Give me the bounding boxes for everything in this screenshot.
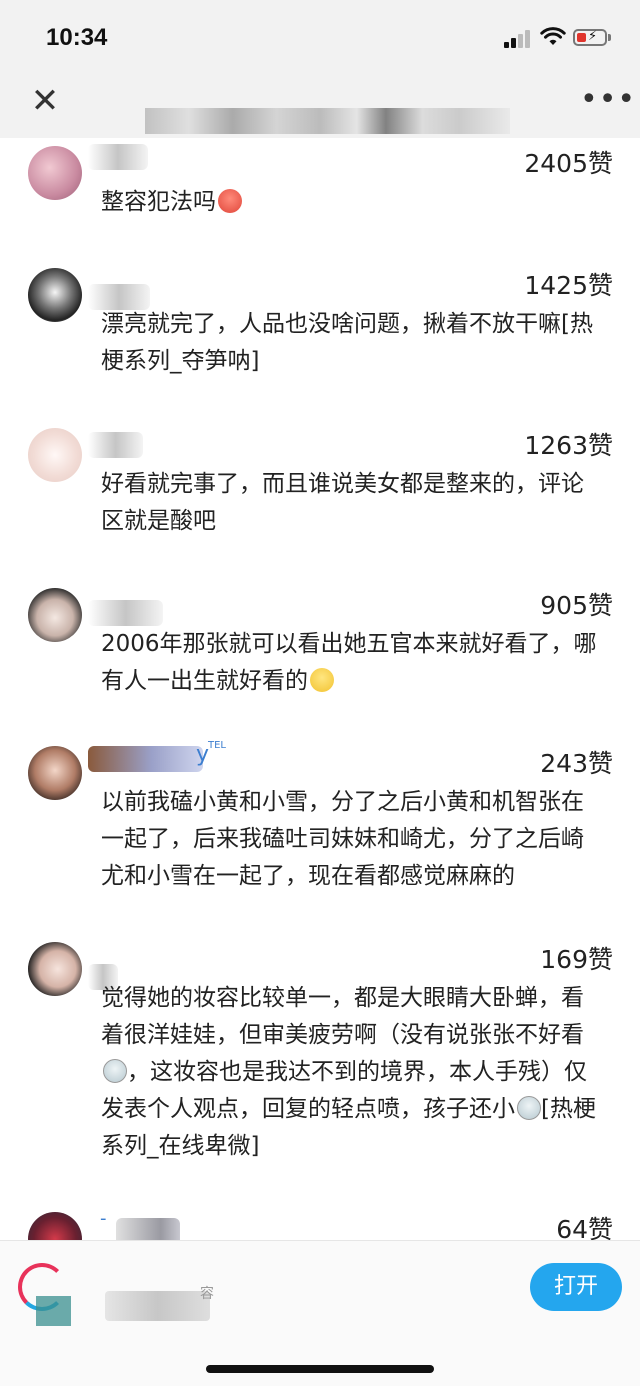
crying-face-icon xyxy=(517,1096,541,1120)
username-badge: TEL xyxy=(208,740,226,751)
more-options-icon[interactable]: ••• xyxy=(580,82,636,117)
promo-text-fragment: 容 xyxy=(200,1286,214,1302)
like-count[interactable]: 2405赞 xyxy=(524,144,613,180)
like-count[interactable]: 1425赞 xyxy=(524,266,613,302)
comment-text: 以前我磕小黄和小雪，分了之后小黄和机智张在一起了，后来我磕吐司妹妹和崎尤，分了之… xyxy=(101,789,584,889)
wifi-icon xyxy=(540,27,566,45)
like-count[interactable]: 243赞 xyxy=(540,744,613,780)
comment-text: 整容犯法吗 xyxy=(101,184,606,221)
blurred-username[interactable] xyxy=(88,746,203,772)
comment-text: 觉得她的妆容比较单一，都是大眼睛大卧蝉，看着很洋娃娃，但审美疲劳啊（没有说张张不… xyxy=(101,985,596,1159)
like-count[interactable]: 905赞 xyxy=(540,586,613,622)
battery-icon: ⚡ xyxy=(573,29,607,46)
status-time: 10:34 xyxy=(46,24,108,51)
home-indicator[interactable] xyxy=(206,1365,434,1373)
status-bar: 10:34 ⚡ xyxy=(0,0,640,78)
cellular-signal-icon xyxy=(504,30,534,48)
avatar[interactable] xyxy=(28,588,82,642)
nav-bar: ✕ ••• xyxy=(0,78,640,138)
blurred-promo-text xyxy=(105,1291,210,1321)
blurred-logo-text xyxy=(36,1296,71,1326)
blurred-username[interactable] xyxy=(88,144,148,170)
open-app-button[interactable]: 打开 xyxy=(530,1263,622,1311)
blurred-username[interactable] xyxy=(88,432,143,458)
username-prefix[interactable]: - xyxy=(100,1208,107,1229)
blurred-username[interactable] xyxy=(88,600,163,626)
avatar[interactable] xyxy=(28,428,82,482)
avatar[interactable] xyxy=(28,268,82,322)
avatar[interactable] xyxy=(28,746,82,800)
comment-text: 漂亮就完了，人品也没啥问题，揪着不放干嘛[热梗系列_夺笋呐] xyxy=(101,311,593,374)
app-promo-bar: 容 打开 xyxy=(0,1240,640,1386)
avatar[interactable] xyxy=(28,942,82,996)
angry-face-icon xyxy=(218,189,242,213)
blurred-title xyxy=(145,108,510,134)
comment-text: 2006年那张就可以看出她五官本来就好看了，哪有人一出生就好看的 xyxy=(101,631,597,694)
smug-face-icon xyxy=(310,668,334,692)
like-count[interactable]: 1263赞 xyxy=(524,426,613,462)
avatar[interactable] xyxy=(28,146,82,200)
like-count[interactable]: 169赞 xyxy=(540,940,613,976)
close-icon[interactable]: ✕ xyxy=(28,84,62,118)
shocked-face-icon xyxy=(103,1059,127,1083)
comment-text: 好看就完事了，而且谁说美女都是整来的，评论区就是酸吧 xyxy=(101,471,584,534)
